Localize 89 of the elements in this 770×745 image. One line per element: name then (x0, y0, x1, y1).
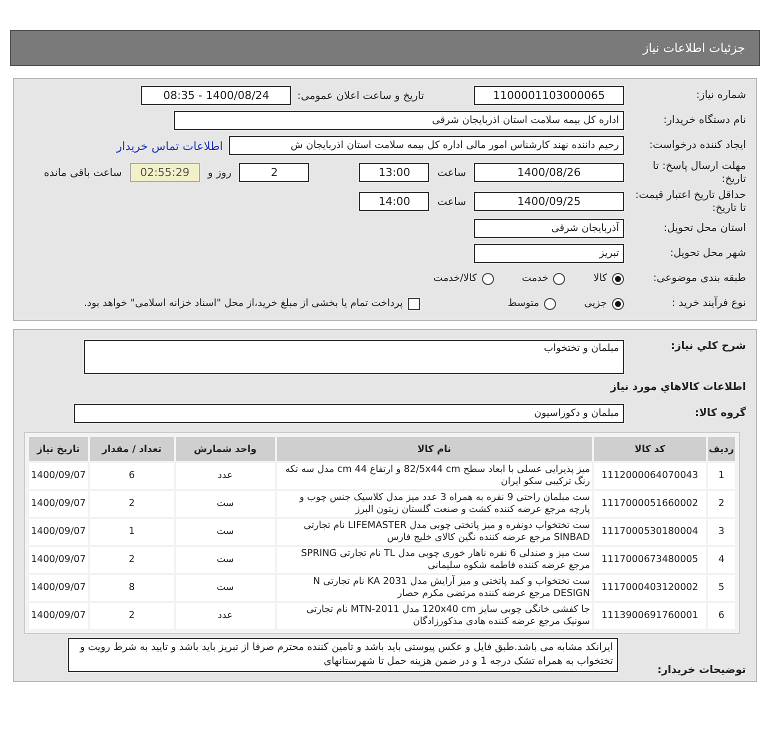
table-cell: 6 (708, 603, 735, 629)
column-header: تعداد / مقدار (90, 437, 174, 461)
field-label: تاریخ و ساعت اعلان عمومی: (297, 90, 424, 102)
table-cell: 5 (708, 575, 735, 601)
radio-label: خدمت (522, 273, 548, 284)
field-label: توضیحات خریدار: (656, 664, 746, 677)
table-cell: 3 (708, 519, 735, 545)
buyer-notes-field: ایرانکد مشابه می باشد.طبق فایل و عکس پیوستی باید باشد و تامین کننده محترم صرفا از تبریز باید باشد و تایید به شرط رویت و تختخواب به همراه تشک درجه 1 و در ضمن هزینه حمل تا شهرستانهای (68, 638, 618, 672)
description-field: مبلمان و تختخواب (84, 340, 624, 374)
radio-button[interactable] (553, 272, 566, 284)
validity-time-field: 14:00 (359, 192, 430, 211)
table-cell: 1117000530180004 (594, 519, 706, 545)
radio-button[interactable] (544, 298, 556, 310)
table-cell: ست (176, 491, 275, 517)
field-label: ساعت (437, 196, 466, 208)
need-number-field: 1100001103000065 (474, 86, 624, 105)
field-label: نوع فرآیند خرید : (670, 297, 746, 310)
table-cell: 1 (708, 463, 735, 489)
checkbox[interactable] (408, 298, 420, 310)
buyer-field: اداره کل بیمه سلامت استان اذربایجان شرقی (174, 111, 624, 130)
field-label: شهر محل تحویل: (669, 247, 746, 260)
field-label: گروه کالا: (694, 407, 746, 420)
table-cell: 1112000064070043 (594, 463, 706, 489)
column-header: واحد شمارش (176, 437, 275, 461)
field-label: نام دستگاه خریدار: (662, 114, 746, 127)
radio-button[interactable] (612, 272, 624, 284)
contact-link[interactable]: اطلاعات تماس خریدار (116, 138, 223, 152)
table-cell: 2 (708, 491, 735, 517)
table-cell: ست مبلمان راحتی 9 نفره به همراه 3 عدد میز مدل کلاسیک جنس چوب و پارچه مرجع عرضه کننده کشت و صنعت گلستان زیتون البرز (276, 491, 592, 517)
field-label: شماره نیاز: (695, 89, 746, 102)
field-label: حداقل تاریخ اعتبار قیمت: تا تاریخ: (634, 188, 746, 214)
field-label: ایجاد کننده درخواست: (648, 139, 746, 152)
radio-label: کالا/خدمت (433, 273, 477, 284)
announce-date-field: 1400/08/24 - 08:35 (141, 86, 292, 105)
radio-label: کالا (593, 273, 607, 284)
table-cell: ست تختخواب دونفره و میز پاتختی چوبی مدل LIFEMASTER نام تجارتی SINBAD مرجع عرضه کننده نگین کالای خلیج فارس (276, 519, 592, 545)
field-label: ساعت باقی مانده (44, 166, 122, 178)
table-cell: 1 (90, 519, 174, 545)
column-header: کد کالا (594, 437, 706, 461)
radio-button[interactable] (612, 298, 624, 310)
table-cell: میز پذیرایی عسلی با ابعاد سطح 82/5x44 cm و ارتفاع 44 cm مدل سه تکه رنگ ترکیبی سکو ایران (276, 463, 592, 489)
table-cell: 4 (708, 547, 735, 573)
field-label: شرح کلي نياز: (670, 340, 746, 353)
table-cell: 1117000403120002 (594, 575, 706, 601)
table-cell: ست تختخواب و کمد پاتختی و میز آرایش مدل KA 2031 نام تجارتی N DESIGN مرجع عرضه کننده مرتضی مکرم حصار (276, 575, 592, 601)
deadline-time-field: 13:00 (359, 163, 430, 182)
table-cell: 1400/09/07 (29, 519, 88, 545)
table-cell: 2 (90, 491, 174, 517)
table-cell: 1400/09/07 (29, 603, 88, 629)
deadline-date-field: 1400/08/26 (474, 163, 624, 182)
column-header: نام کالا (276, 437, 592, 461)
column-header: تاریخ نیاز (29, 437, 88, 461)
field-label: طبقه بندی موضوعی: (652, 272, 746, 285)
table-cell: 6 (90, 463, 174, 489)
table-cell: 1400/09/07 (29, 547, 88, 573)
table-cell: 8 (90, 575, 174, 601)
table-cell: جا کفشی خانگی چوبی سایز 120x40 cm مدل MTN-2011 نام تجارتی سونیک مرجع عرضه کننده هادی مذکورزادگان (276, 603, 592, 629)
table-cell: 2 (90, 547, 174, 573)
table-cell: 1400/09/07 (29, 463, 88, 489)
field-label: استان محل تحویل: (662, 222, 746, 235)
radio-label: جزیی (584, 298, 607, 309)
table-cell: 1400/09/07 (29, 491, 88, 517)
goods-group-field: مبلمان و دکوراسيون (74, 404, 624, 423)
radio-label: متوسط (508, 298, 540, 309)
field-label: مهلت ارسال پاسخ: تا تاریخ: (652, 160, 746, 186)
table-cell: 1117000051660002 (594, 491, 706, 517)
table-cell: ست (176, 519, 275, 545)
province-field: آذربایجان شرقی (474, 219, 624, 238)
validity-date-field: 1400/09/25 (474, 192, 624, 211)
radio-button[interactable] (482, 272, 494, 284)
checkbox-label: پرداخت تمام یا بخشی از مبلغ خرید،از محل "اسناد خزانه اسلامی" خواهد بود. (84, 298, 403, 309)
table-cell: ست (176, 575, 275, 601)
field-label: روز و (208, 166, 232, 178)
header-title: جزئیات اطلاعات نیاز (642, 41, 745, 55)
table-cell: 1113900691760001 (594, 603, 706, 629)
column-header: ردیف (708, 437, 735, 461)
table-cell: ست (176, 547, 275, 573)
table-cell: عدد (176, 463, 275, 489)
table-cell: 1117000673480005 (594, 547, 706, 573)
days-field: 2 (239, 163, 310, 182)
section-heading: اطلاعات کالاهاي مورد نياز (610, 380, 746, 392)
city-field: تبریز (474, 244, 624, 263)
creator-field: رحیم داننده نهند کارشناس امور مالی اداره کل بیمه سلامت استان اذربایجان ش (229, 136, 624, 155)
remaining-time-field: 02:55:29 (130, 163, 200, 182)
table-cell: ست میز و صندلی 6 نفره ناهار خوری چوبی مدل TL نام تجارتی SPRING مرجع عرضه کننده فاطمه شکوه سلیمانی (276, 547, 592, 573)
table-cell: 1400/09/07 (29, 575, 88, 601)
table-cell: عدد (176, 603, 275, 629)
field-label: ساعت (437, 166, 466, 178)
table-cell: 2 (90, 603, 174, 629)
